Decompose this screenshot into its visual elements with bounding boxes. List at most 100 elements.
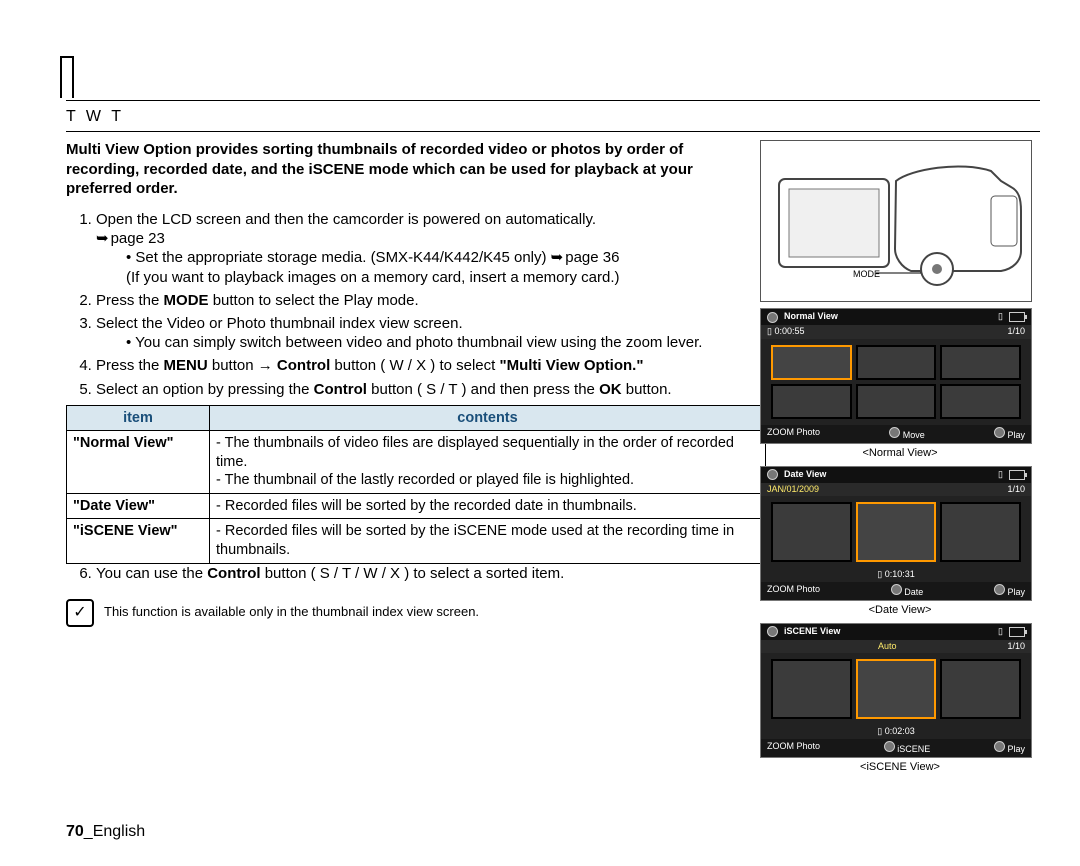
foot-right: Play <box>994 584 1025 599</box>
td-contents-2: - Recorded files will be sorted by the i… <box>210 519 766 563</box>
step-4-e: button ( W / X ) to select <box>330 357 499 374</box>
normal-view-block: Normal View ▯ ▯ 0:00:55 1/10 <box>760 308 1040 460</box>
sd-icon: ▯ <box>767 326 772 336</box>
lcd-sub-right: 1/10 <box>1007 484 1025 496</box>
step-1-bullet-1-paren: (If you want to playback images on a mem… <box>126 269 620 286</box>
steps-list-2: You can use the Control button ( S / T /… <box>66 564 750 583</box>
play-icon <box>994 427 1005 438</box>
step-3-bullet-1: You can simply switch between video and … <box>126 333 750 352</box>
step-3: Select the Video or Photo thumbnail inde… <box>96 314 750 352</box>
lcd-sub-right: 1/10 <box>1007 641 1025 653</box>
mode-label: MODE <box>853 269 880 279</box>
step-3-text: Select the Video or Photo thumbnail inde… <box>96 315 463 332</box>
step-5: Select an option by pressing the Control… <box>96 380 750 399</box>
step-4-menu: MENU <box>164 357 208 374</box>
td-contents-0: - The thumbnails of video files are disp… <box>210 431 766 494</box>
lcd-sub: Auto 1/10 <box>761 640 1031 654</box>
battery-icon <box>1009 470 1025 480</box>
section-title: T W T <box>66 107 1040 127</box>
step-2: Press the MODE button to select the Play… <box>96 291 750 310</box>
move-icon <box>889 427 900 438</box>
iscene-view-block: iSCENE View ▯ Auto 1/10 ▯ 0:02:03 ZOO <box>760 623 1040 774</box>
chapter-tab <box>60 56 74 98</box>
content-row: Multi View Option provides sorting thumb… <box>66 140 1040 774</box>
step-6-c: button ( S / T / W / X ) to select a sor… <box>261 565 565 582</box>
step-5-control: Control <box>314 381 367 398</box>
lcd-thumbs <box>761 653 1031 725</box>
camcorder-illustration: MODE <box>760 140 1032 302</box>
option-table: item contents "Normal View" - The thumbn… <box>66 405 766 564</box>
table-row: "iSCENE View" - Recorded files will be s… <box>67 519 766 563</box>
date-view-block: Date View ▯ JAN/01/2009 1/10 ▯ 0:10:31 <box>760 466 1040 617</box>
step-5-a: Select an option by pressing the <box>96 381 314 398</box>
step-6: You can use the Control button ( S / T /… <box>96 564 750 583</box>
lcd-sub-left: Auto <box>767 641 1007 653</box>
thumb-highlight <box>856 659 937 719</box>
lcd-head: iSCENE View ▯ <box>761 624 1031 640</box>
thumb <box>856 384 937 419</box>
lcd-meta: ▯ 0:02:03 <box>761 725 1031 739</box>
camcorder-svg: MODE <box>761 141 1031 301</box>
foot-right: Play <box>994 427 1025 442</box>
movie-icon <box>767 469 778 480</box>
date-icon <box>891 584 902 595</box>
lcd-title: iSCENE View <box>784 626 840 638</box>
step-1-bullet-1: Set the appropriate storage media. (SMX-… <box>126 248 750 286</box>
lcd-head: Normal View ▯ <box>761 309 1031 325</box>
td-item-0: "Normal View" <box>67 431 210 494</box>
thumb-highlight <box>771 345 852 380</box>
lcd-iscene-view: iSCENE View ▯ Auto 1/10 ▯ 0:02:03 ZOO <box>760 623 1032 758</box>
movie-icon <box>767 312 778 323</box>
lcd-sub-left: ▯ 0:00:55 <box>767 326 805 338</box>
step-5-e: button. <box>622 381 672 398</box>
main-column: Multi View Option provides sorting thumb… <box>66 140 750 626</box>
page-footer: 70_English <box>66 822 145 842</box>
step-2-a: Press the <box>96 292 164 309</box>
step-4-control: Control <box>277 357 330 374</box>
thumb <box>940 659 1021 719</box>
lcd-head: Date View ▯ <box>761 467 1031 483</box>
note-row: ✓ This function is available only in the… <box>66 599 750 627</box>
step-1-ref: page 23 <box>96 230 165 247</box>
thumb-highlight <box>856 502 937 562</box>
play-icon <box>994 741 1005 752</box>
td-contents-1: - Recorded files will be sorted by the r… <box>210 493 766 519</box>
thumb <box>771 502 852 562</box>
note-text: This function is available only in the t… <box>104 604 479 621</box>
step-1-bullet-1-ref: page 36 <box>551 249 620 266</box>
lcd-thumbs <box>761 339 1031 425</box>
lcd-footbar: ZOOM Photo iSCENE Play <box>761 739 1031 758</box>
footer-lang: _English <box>84 823 145 840</box>
step-6-control: Control <box>207 565 260 582</box>
step-4-c: button → <box>208 357 277 374</box>
step-1-bullet-1a: Set the appropriate storage media. (SMX-… <box>135 249 550 266</box>
side-column: MODE Normal View ▯ ▯ 0:00:55 1/10 <box>760 140 1040 774</box>
table-header-row: item contents <box>67 405 766 431</box>
thumb <box>940 384 1021 419</box>
card-icon: ▯ <box>998 626 1003 638</box>
lcd-footbar: ZOOM Photo Move Play <box>761 425 1031 444</box>
step-5-c: button ( S / T ) and then press the <box>367 381 599 398</box>
lcd-title: Normal View <box>784 311 838 323</box>
foot-mid: Date <box>891 584 924 599</box>
steps-list: Open the LCD screen and then the camcord… <box>66 210 750 399</box>
card-icon: ▯ <box>998 469 1003 481</box>
card-icon: ▯ <box>998 311 1003 323</box>
lcd-normal-view: Normal View ▯ ▯ 0:00:55 1/10 <box>760 308 1032 444</box>
battery-icon <box>1009 312 1025 322</box>
step-2-c: button to select the Play mode. <box>209 292 419 309</box>
th-contents: contents <box>210 405 766 431</box>
foot-left: ZOOM Photo <box>767 741 820 756</box>
step-6-a: You can use the <box>96 565 207 582</box>
step-4: Press the MENU button → Control button (… <box>96 356 750 375</box>
foot-left: ZOOM Photo <box>767 427 820 442</box>
manual-page: T W T Multi View Option provides sorting… <box>0 0 1080 866</box>
sd-icon: ▯ <box>877 569 882 579</box>
step-3-bullets: You can simply switch between video and … <box>96 333 750 352</box>
step-1-bullets: Set the appropriate storage media. (SMX-… <box>96 248 750 286</box>
rule-sub <box>66 131 1040 132</box>
foot-mid: iSCENE <box>884 741 931 756</box>
battery-icon <box>1009 627 1025 637</box>
table-row: "Normal View" - The thumbnails of video … <box>67 431 766 494</box>
step-4-target: "Multi View Option." <box>499 357 643 374</box>
